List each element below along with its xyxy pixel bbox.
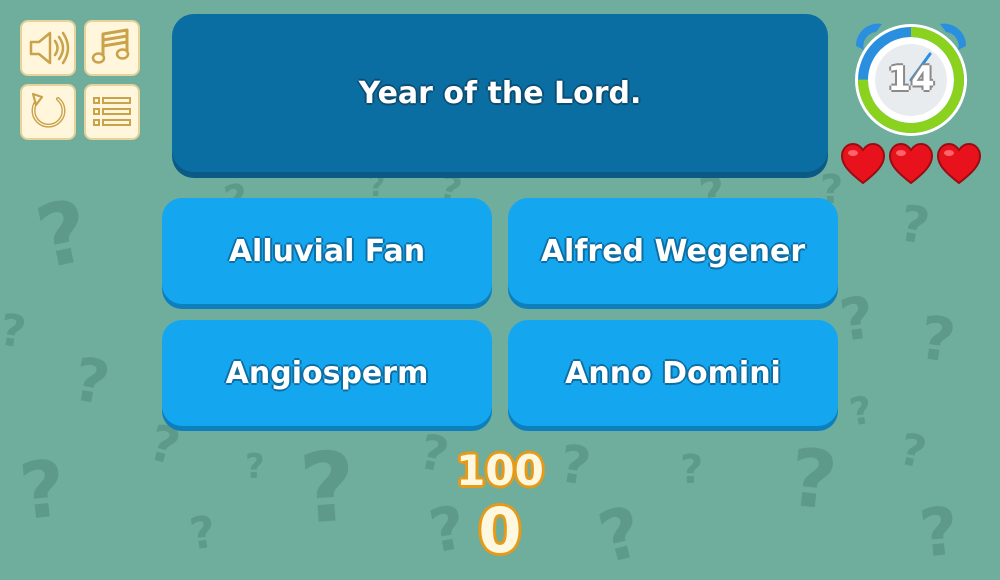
heart-icon xyxy=(840,142,886,185)
question-mark-icon: ? xyxy=(28,180,98,290)
question-panel: Year of the Lord. xyxy=(172,14,828,172)
question-text: Year of the Lord. xyxy=(358,75,642,111)
question-mark-icon: ? xyxy=(895,193,934,257)
question-mark-icon: ? xyxy=(186,506,219,561)
answer-button-4[interactable]: Anno Domini xyxy=(508,320,838,426)
answer-label: Angiosperm xyxy=(225,355,429,391)
speaker-icon xyxy=(29,31,70,65)
restart-button[interactable] xyxy=(20,84,76,140)
menu-button[interactable] xyxy=(84,84,140,140)
menu-list-icon xyxy=(93,97,131,126)
question-mark-icon: ? xyxy=(680,447,704,493)
answer-label: Alfred Wegener xyxy=(540,233,806,269)
answer-button-3[interactable]: Angiosperm xyxy=(162,320,492,426)
countdown-timer: 14 xyxy=(852,20,970,138)
question-mark-icon: ? xyxy=(895,423,931,480)
question-mark-icon: ? xyxy=(15,443,70,539)
music-note-icon xyxy=(91,28,130,64)
answer-label: Alluvial Fan xyxy=(228,233,426,269)
total-score: 0 xyxy=(478,494,522,567)
answer-label: Anno Domini xyxy=(565,355,781,391)
question-mark-icon: ? xyxy=(846,387,876,435)
heart-icon xyxy=(936,142,982,185)
question-mark-icon: ? xyxy=(835,282,879,356)
question-mark-icon: ? xyxy=(68,344,115,420)
question-mark-icon: ? xyxy=(590,490,650,580)
lives-hearts xyxy=(840,142,985,188)
question-mark-icon: ? xyxy=(785,430,842,529)
answer-button-1[interactable]: Alluvial Fan xyxy=(162,198,492,304)
question-mark-icon: ? xyxy=(245,447,265,487)
sound-button[interactable] xyxy=(20,20,76,76)
question-points: 100 xyxy=(456,446,544,495)
question-mark-icon: ? xyxy=(0,304,30,359)
question-mark-icon: ? xyxy=(296,430,360,546)
restart-icon xyxy=(31,92,66,128)
question-mark-icon: ? xyxy=(916,492,963,573)
question-mark-icon: ? xyxy=(915,302,960,378)
heart-icon xyxy=(888,142,934,185)
timer-seconds: 14 xyxy=(887,59,935,99)
music-button[interactable] xyxy=(84,20,140,76)
answer-button-2[interactable]: Alfred Wegener xyxy=(508,198,838,304)
